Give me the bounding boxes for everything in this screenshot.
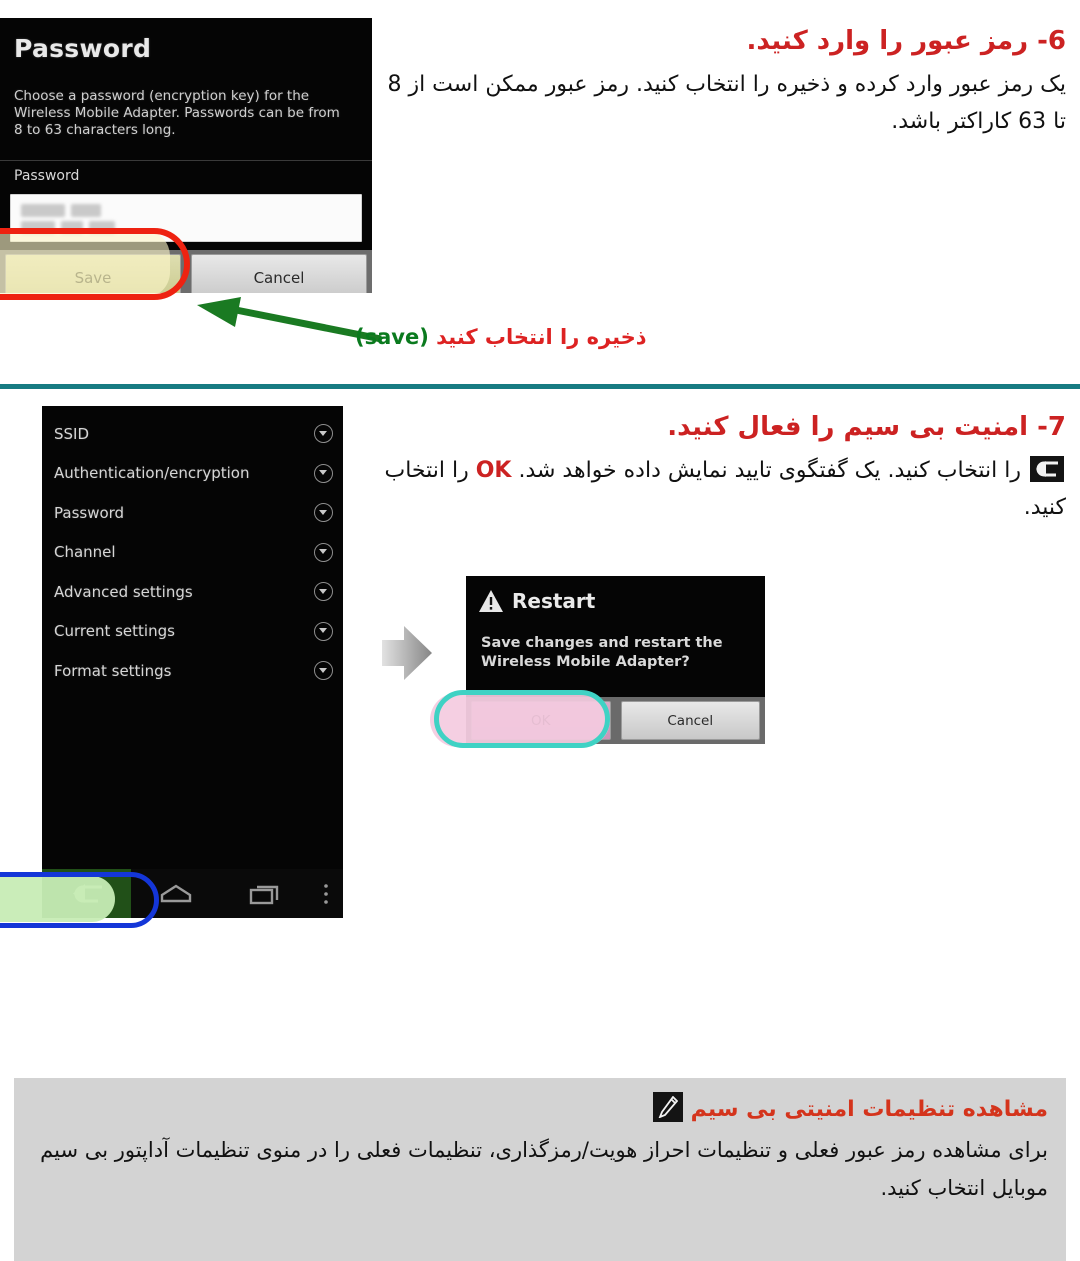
android-navigation-bar xyxy=(42,869,343,918)
settings-row-current-settings[interactable]: Current settings xyxy=(42,612,343,652)
password-screenshot: Password Choose a password (encryption k… xyxy=(0,18,372,293)
restart-dialog-screenshot: Restart Save changes and restart the Wir… xyxy=(466,576,765,744)
chevron-down-icon[interactable] xyxy=(314,424,333,444)
settings-label: Advanced settings xyxy=(54,582,193,601)
settings-row-advanced-settings[interactable]: Advanced settings xyxy=(42,572,343,612)
step-6-body: یک رمز عبور وارد کرده و ذخیره را انتخاب … xyxy=(387,72,1066,134)
settings-row-password[interactable]: Password xyxy=(42,493,343,533)
section-divider xyxy=(0,384,1080,389)
cancel-button[interactable]: Cancel xyxy=(191,254,367,293)
save-caption: ذخیره را انتخاب کنید (save) xyxy=(355,325,647,349)
chevron-down-icon[interactable] xyxy=(314,582,333,602)
password-screen-title: Password xyxy=(14,34,152,63)
chevron-down-icon[interactable] xyxy=(314,621,333,641)
chevron-down-icon[interactable] xyxy=(314,463,333,483)
settings-label: Password xyxy=(54,503,125,522)
step-7-body: را انتخاب کنید. یک گفتگوی تایید نمایش دا… xyxy=(376,452,1066,526)
chevron-down-icon[interactable] xyxy=(314,542,333,562)
settings-label: Format settings xyxy=(54,661,172,680)
settings-row-authentication[interactable]: Authentication/encryption xyxy=(42,454,343,494)
chevron-down-icon[interactable] xyxy=(314,661,333,681)
restart-dialog-message: Save changes and restart the Wireless Mo… xyxy=(481,635,723,670)
overflow-menu-icon xyxy=(324,883,328,904)
nav-back-button[interactable] xyxy=(42,869,131,918)
settings-label: Current settings xyxy=(54,622,175,641)
restart-dialog-button-row: OK Cancel xyxy=(466,697,765,744)
password-input[interactable] xyxy=(10,194,362,242)
settings-row-channel[interactable]: Channel xyxy=(42,533,343,573)
transition-arrow-icon xyxy=(382,626,432,680)
password-mask-blob xyxy=(21,204,65,217)
back-arrow-icon xyxy=(1030,456,1064,482)
settings-row-format-settings[interactable]: Format settings xyxy=(42,651,343,691)
note-panel: مشاهده تنظیمات امنیتی بی سیم برای مشاهده… xyxy=(14,1078,1066,1261)
password-screen-description: Choose a password (encryption key) for t… xyxy=(14,88,340,138)
save-caption-fa: ذخیره را انتخاب کنید xyxy=(436,325,647,349)
settings-label: Channel xyxy=(54,543,116,562)
note-body: برای مشاهده رمز عبور فعلی و تنظیمات احرا… xyxy=(40,1138,1048,1200)
save-caption-en: (save) xyxy=(355,325,429,349)
step-7-text-block: 7- امنیت بی سیم را فعال کنید. را انتخاب … xyxy=(376,408,1067,526)
chevron-down-icon[interactable] xyxy=(314,503,333,523)
settings-menu-screenshot: SSID Authentication/encryption Password … xyxy=(42,406,343,918)
warning-triangle-icon xyxy=(479,590,503,612)
nav-home-button[interactable] xyxy=(131,869,220,918)
step-7-heading: 7- امنیت بی سیم را فعال کنید. xyxy=(667,412,1066,442)
nav-recents-button[interactable] xyxy=(220,869,309,918)
restart-cancel-button[interactable]: Cancel xyxy=(620,701,760,740)
step-6-text-block: 6- رمز عبور را وارد کنید. یک رمز عبور وا… xyxy=(386,22,1066,140)
pencil-note-icon xyxy=(652,1092,683,1122)
settings-label: Authentication/encryption xyxy=(54,464,250,483)
save-button[interactable]: Save xyxy=(5,254,181,293)
back-icon xyxy=(72,883,102,903)
guide-page: Password Choose a password (encryption k… xyxy=(0,0,1080,1261)
password-mask-blob xyxy=(21,221,55,234)
password-mask-blob xyxy=(89,221,115,234)
step-7-body-part1: را انتخاب کنید. یک گفتگوی تایید نمایش دا… xyxy=(511,458,1028,483)
nav-overflow-button[interactable] xyxy=(309,869,343,918)
step-7-ok-token: OK xyxy=(475,458,512,483)
password-mask-blob xyxy=(61,221,83,234)
password-button-row: Save Cancel xyxy=(0,250,372,293)
restart-dialog-title: Restart xyxy=(512,589,596,613)
settings-label: SSID xyxy=(54,424,90,443)
settings-row-ssid[interactable]: SSID xyxy=(42,414,343,454)
step-6-heading: 6- رمز عبور را وارد کنید. xyxy=(746,26,1066,56)
note-heading: مشاهده تنظیمات امنیتی بی سیم xyxy=(32,1092,1048,1127)
password-field-label: Password xyxy=(14,168,80,184)
password-mask-blob xyxy=(71,204,101,217)
home-icon xyxy=(160,884,191,902)
ok-button[interactable]: OK xyxy=(471,701,611,740)
recents-icon xyxy=(249,885,278,904)
password-screen-divider xyxy=(0,160,372,161)
note-heading-text: مشاهده تنظیمات امنیتی بی سیم xyxy=(690,1097,1048,1122)
